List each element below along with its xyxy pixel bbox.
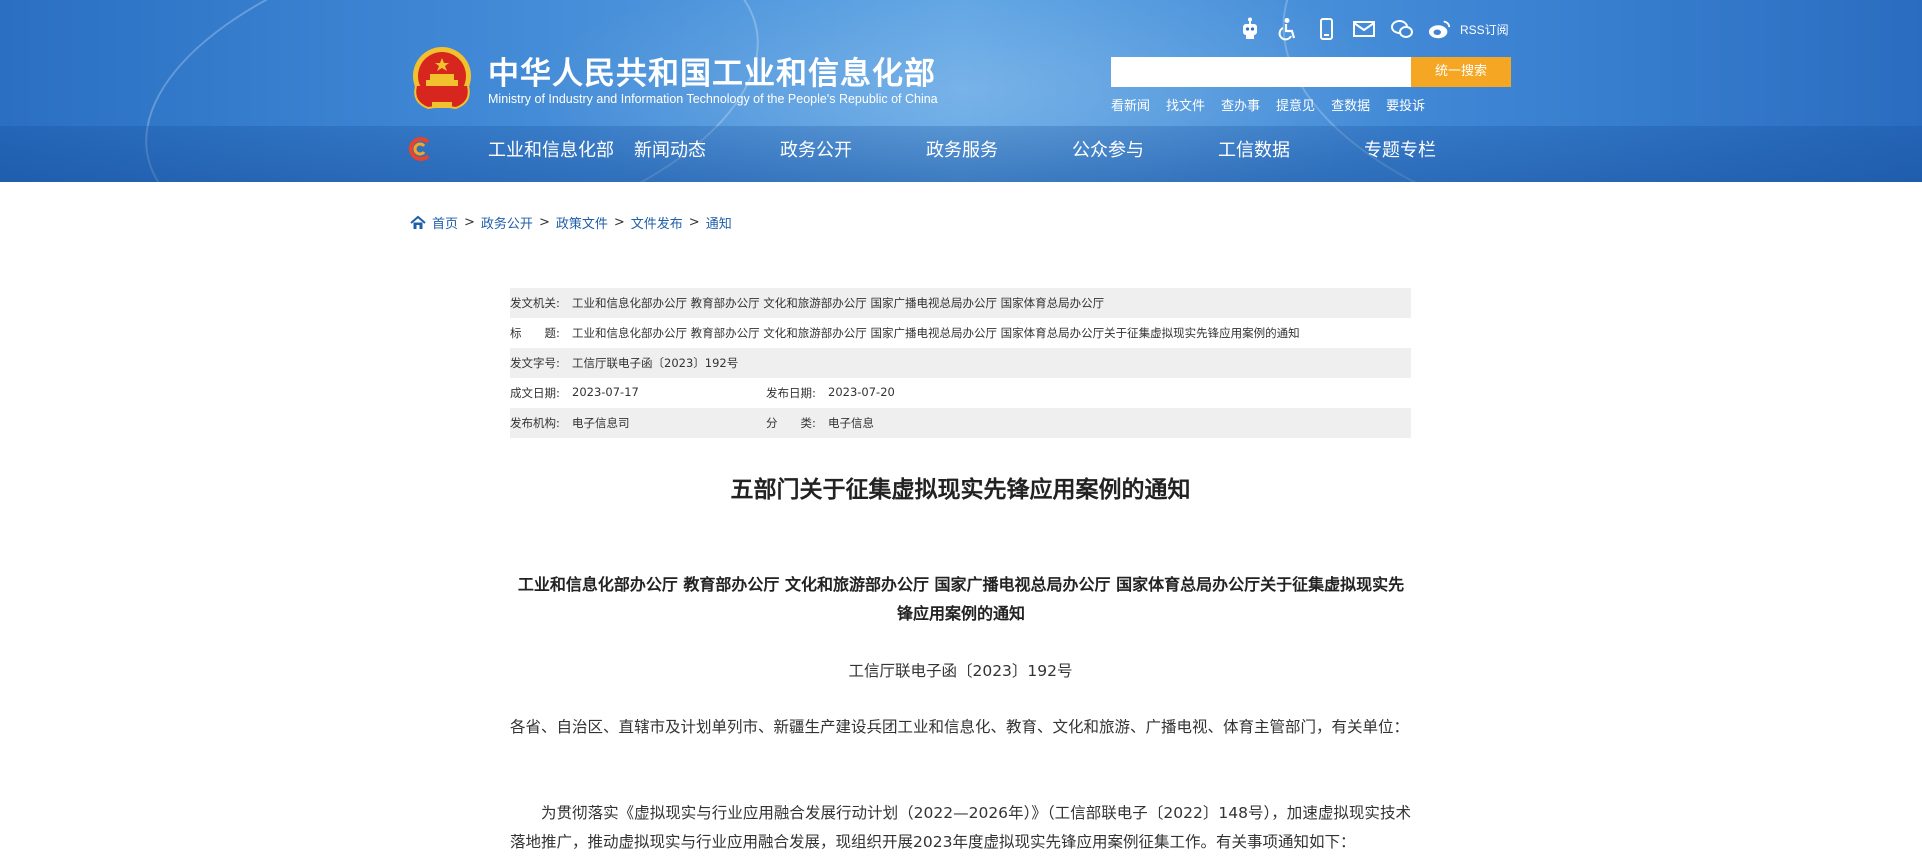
site-title: 中华人民共和国工业和信息化部 — [488, 56, 936, 92]
article-body-paragraph: 为贯彻落实《虚拟现实与行业应用融合发展行动计划（2022—2026年）》（工信部… — [510, 804, 1411, 851]
quick-link-news[interactable]: 看新闻 — [1111, 95, 1150, 114]
robot-assistant-icon[interactable] — [1238, 17, 1262, 41]
weibo-icon[interactable] — [1428, 17, 1452, 41]
written-date-value: 2023-07-17 — [572, 385, 639, 399]
category-value: 电子信息 — [828, 416, 874, 430]
breadcrumb: 首页 > 政务公开 > 政策文件 > 文件发布 > 通知 — [410, 213, 732, 232]
nav-public-participation[interactable]: 公众参与 — [1072, 136, 1218, 162]
quick-link-complaint[interactable]: 要投诉 — [1386, 95, 1425, 114]
quick-links: 看新闻 找文件 查办事 提意见 查数据 要投诉 — [1111, 95, 1425, 114]
site-subtitle: Ministry of Industry and Information Tec… — [488, 92, 938, 106]
info-row-issuer: 发文机关: 工业和信息化部办公厅 教育部办公厅 文化和旅游部办公厅 国家广播电视… — [510, 288, 1411, 318]
breadcrumb-separator: > — [464, 215, 475, 230]
tool-icons: RSS订阅 — [1238, 14, 1509, 44]
info-row-number: 发文字号: 工信厅联电子函〔2023〕192号 — [510, 348, 1411, 378]
org-cell: 发布机构: 电子信息司 — [510, 415, 766, 431]
published-date-cell: 发布日期: 2023-07-20 — [766, 385, 895, 401]
issuer-label: 发文机关: — [510, 296, 560, 310]
published-date-label: 发布日期: — [766, 386, 816, 400]
breadcrumb-policy-docs[interactable]: 政策文件 — [556, 213, 608, 232]
site-header: 中华人民共和国工业和信息化部 Ministry of Industry and … — [0, 0, 1922, 182]
breadcrumb-notice[interactable]: 通知 — [706, 213, 732, 232]
published-date-value: 2023-07-20 — [828, 385, 895, 399]
article-doc-number: 工信厅联电子函〔2023〕192号 — [848, 662, 1073, 680]
accessibility-icon[interactable] — [1276, 17, 1300, 41]
nav-data[interactable]: 工信数据 — [1218, 136, 1364, 162]
org-label: 发布机构: — [510, 416, 560, 430]
breadcrumb-separator: > — [688, 215, 700, 230]
issuer-value: 工业和信息化部办公厅 教育部办公厅 文化和旅游部办公厅 国家广播电视总局办公厅 … — [572, 296, 1105, 310]
nav-gov-affairs[interactable]: 政务公开 — [780, 136, 926, 162]
breadcrumb-gov-affairs[interactable]: 政务公开 — [481, 213, 533, 232]
quick-link-documents[interactable]: 找文件 — [1166, 95, 1205, 114]
category-label: 分 类: — [766, 416, 816, 430]
breadcrumb-doc-release[interactable]: 文件发布 — [631, 213, 683, 232]
written-date-cell: 成文日期: 2023-07-17 — [510, 385, 766, 401]
ministry-logo-icon — [408, 137, 430, 161]
org-value: 电子信息司 — [572, 416, 630, 430]
info-row-title: 标 题: 工业和信息化部办公厅 教育部办公厅 文化和旅游部办公厅 国家广播电视总… — [510, 318, 1411, 348]
title-label: 标 题: — [510, 326, 560, 340]
number-label: 发文字号: — [510, 356, 560, 370]
rss-link[interactable]: RSS订阅 — [1460, 21, 1509, 38]
breadcrumb-separator: > — [538, 215, 550, 230]
article-heading: 工业和信息化部办公厅 教育部办公厅 文化和旅游部办公厅 国家广播电视总局办公厅 … — [517, 575, 1405, 623]
document-info-table: 发文机关: 工业和信息化部办公厅 教育部办公厅 文化和旅游部办公厅 国家广播电视… — [510, 288, 1411, 438]
nav-news[interactable]: 新闻动态 — [634, 136, 780, 162]
search-field — [1111, 57, 1411, 87]
article-title: 五部门关于征集虚拟现实先锋应用案例的通知 — [730, 477, 1191, 503]
info-row-dates: 成文日期: 2023-07-17 发布日期: 2023-07-20 — [510, 378, 1411, 408]
home-icon — [410, 215, 426, 229]
info-row-org: 发布机构: 电子信息司 分 类: 电子信息 — [510, 408, 1411, 438]
national-emblem-icon — [413, 47, 471, 110]
written-date-label: 成文日期: — [510, 386, 560, 400]
nav-miit[interactable]: 工业和信息化部 — [488, 136, 634, 162]
quick-link-data[interactable]: 查数据 — [1331, 95, 1370, 114]
mail-icon[interactable] — [1352, 17, 1376, 41]
wechat-icon[interactable] — [1390, 17, 1414, 41]
search-input[interactable] — [1111, 57, 1411, 87]
quick-link-services[interactable]: 查办事 — [1221, 95, 1260, 114]
nav-gov-services[interactable]: 政务服务 — [926, 136, 1072, 162]
number-value: 工信厅联电子函〔2023〕192号 — [572, 356, 739, 370]
article-addressee: 各省、自治区、直辖市及计划单列市、新疆生产建设兵团工业和信息化、教育、文化和旅游… — [510, 718, 1410, 736]
category-cell: 分 类: 电子信息 — [766, 415, 874, 431]
nav-special-topics[interactable]: 专题专栏 — [1364, 136, 1436, 162]
main-nav: 工业和信息化部 新闻动态 政务公开 政务服务 公众参与 工信数据 专题专栏 — [488, 136, 1436, 162]
mobile-phone-icon[interactable] — [1314, 17, 1338, 41]
quick-link-feedback[interactable]: 提意见 — [1276, 95, 1315, 114]
breadcrumb-home[interactable]: 首页 — [432, 213, 458, 232]
breadcrumb-separator: > — [613, 215, 625, 230]
search-button[interactable]: 统一搜索 — [1411, 57, 1511, 87]
title-value: 工业和信息化部办公厅 教育部办公厅 文化和旅游部办公厅 国家广播电视总局办公厅 … — [572, 326, 1300, 340]
